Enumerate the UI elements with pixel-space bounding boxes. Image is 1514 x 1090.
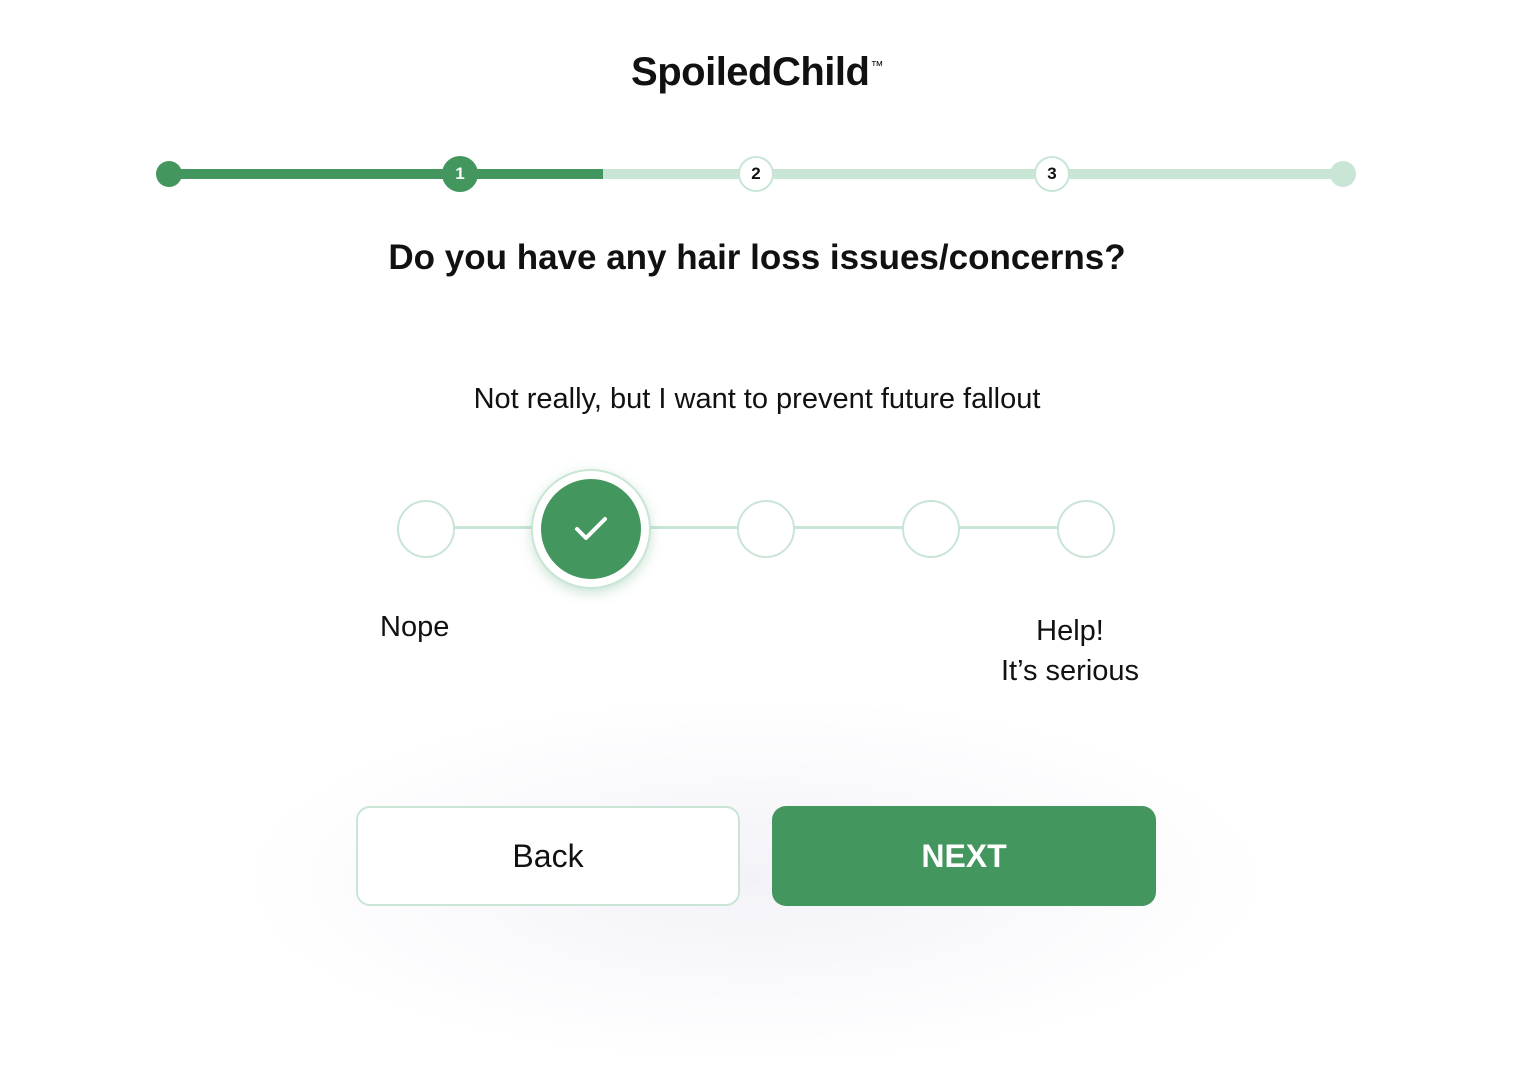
back-button-label: Back (512, 837, 584, 874)
progress-fill (168, 169, 603, 179)
scale-option-4[interactable] (902, 500, 960, 558)
brand-name: SpoiledChild (631, 50, 870, 94)
progress-start-dot (156, 161, 182, 187)
scale-option-1[interactable] (397, 500, 455, 558)
progress-step-3-label: 3 (1047, 164, 1057, 183)
progress-end-dot (1330, 161, 1356, 187)
progress-step-1-label: 1 (455, 164, 465, 183)
scale-label-max-line2: It’s serious (1000, 655, 1140, 687)
checkmark-icon (575, 517, 607, 540)
scale-option-5[interactable] (1057, 500, 1115, 558)
progress-step-3: 3 (1034, 156, 1070, 192)
back-button[interactable]: Back (356, 806, 740, 906)
progress-step-2-label: 2 (751, 164, 761, 183)
trademark-mark: ™ (870, 58, 883, 73)
progress-step-1: 1 (442, 156, 478, 192)
scale-label-max-line1: Help! (1036, 615, 1104, 647)
brand-logo: SpoiledChild™ (0, 50, 1514, 95)
scale-option-3[interactable] (737, 500, 795, 558)
scale-option-2[interactable] (533, 471, 649, 587)
next-button-label: NEXT (921, 837, 1007, 874)
selected-answer-text: Not really, but I want to prevent future… (473, 383, 1041, 415)
progress-step-2: 2 (738, 156, 774, 192)
scale-label-max: Help! It’s serious (990, 611, 1150, 691)
question-title: Do you have any hair loss issues/concern… (388, 238, 1126, 277)
quiz-page: SpoiledChild™ 1 2 3 Do you have any hair… (0, 0, 1514, 1090)
scale-label-min: Nope (380, 611, 450, 643)
next-button[interactable]: NEXT (772, 806, 1156, 906)
